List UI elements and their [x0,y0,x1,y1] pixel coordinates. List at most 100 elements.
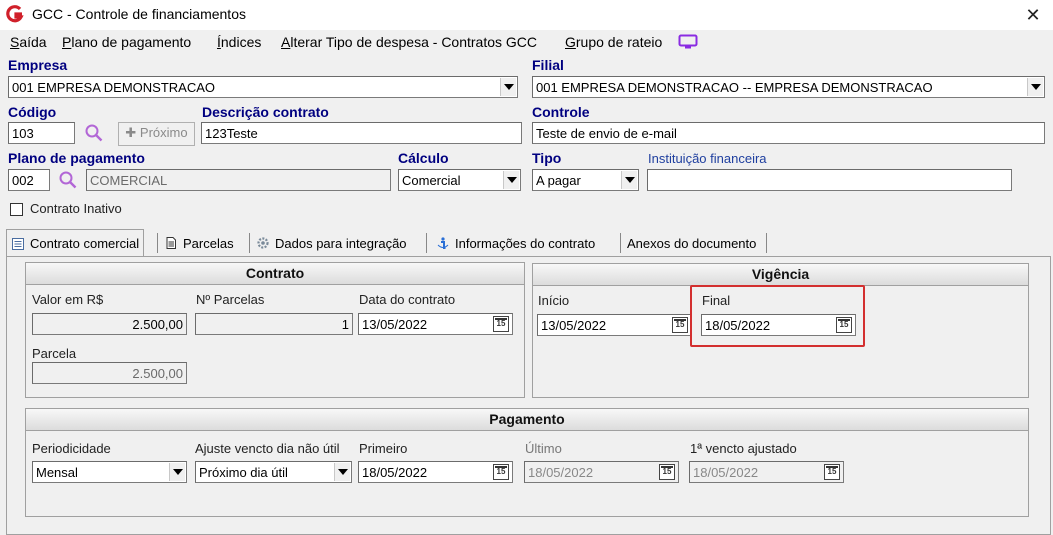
vencto-ajustado-label: 1ª vencto ajustado [690,441,797,456]
proximo-button[interactable]: ✚ Próximo [118,122,195,146]
tab-label: Informações do contrato [455,235,596,251]
tab-informacoes-contrato[interactable]: Informações do contrato [432,230,599,256]
chevron-down-icon[interactable] [503,171,519,189]
tipo-select[interactable]: A pagar [532,169,639,191]
controle-input[interactable]: Teste de envio de e-mail [532,122,1045,144]
codigo-label: Código [8,104,57,120]
ajuste-select[interactable]: Próximo dia útil [195,461,352,483]
primeiro-label: Primeiro [359,441,408,456]
vencto-ajustado-value: 18/05/2022 [693,465,759,480]
filial-value: 001 EMPRESA DEMONSTRACAO -- EMPRESA DEMO… [536,80,933,95]
ultimo-input: 18/05/2022 15 [524,461,679,483]
descricao-label: Descrição contrato [202,104,329,120]
calendar-icon: 15 [659,464,675,480]
filial-select[interactable]: 001 EMPRESA DEMONSTRACAO -- EMPRESA DEMO… [532,76,1045,98]
window-title: GCC - Controle de financiamentos [32,6,246,22]
plano-code-input[interactable]: 002 [8,169,50,191]
calendar-icon[interactable]: 15 [836,317,852,333]
data-contrato-value: 13/05/2022 [362,317,428,332]
calendar-icon: 15 [824,464,840,480]
tab-label: Contrato comercial [30,236,140,251]
vencto-ajustado-input: 18/05/2022 15 [689,461,844,483]
chevron-down-icon[interactable] [500,78,516,96]
periodicidade-value: Mensal [36,465,78,480]
screen-icon[interactable] [678,34,698,50]
info-icon [437,237,449,249]
ajuste-label: Ajuste vencto dia não útil [195,441,340,456]
final-value: 18/05/2022 [705,318,771,333]
final-label: Final [702,293,731,308]
codigo-input[interactable]: 103 [8,122,75,144]
tab-parcelas[interactable]: Parcelas [160,230,238,256]
chevron-down-icon[interactable] [621,171,637,189]
menu-alterar-tipo-despesa[interactable]: Alterar Tipo de despesa - Contratos GCC [281,34,537,50]
tab-dados-integracao[interactable]: Dados para integração [252,230,411,256]
search-icon[interactable] [58,170,78,190]
tab-label: Parcelas [183,235,234,251]
calculo-label: Cálculo [398,150,449,166]
tab-label: Anexos do documento [627,235,757,251]
inicio-input[interactable]: 13/05/2022 15 [537,314,692,336]
primeiro-input[interactable]: 18/05/2022 15 [358,461,513,483]
gear-icon [257,237,269,249]
data-contrato-label: Data do contrato [359,292,456,307]
parcelas-field: 1 [195,313,353,335]
data-contrato-input[interactable]: 13/05/2022 15 [358,313,513,335]
instituicao-label: Instituição financeira [648,151,767,166]
ultimo-value: 18/05/2022 [528,465,594,480]
vigencia-title: Vigência [533,264,1028,286]
document-icon [166,237,176,249]
ajuste-value: Próximo dia útil [199,465,288,480]
plus-icon: ✚ [125,125,140,140]
menu-plano-pagamento[interactable]: Plano de pagamento [62,34,191,50]
empresa-label: Empresa [8,57,68,73]
calendar-icon[interactable]: 15 [493,464,509,480]
tab-anexos-documento[interactable]: Anexos do documento [623,230,760,256]
tab-divider [620,233,621,253]
tab-contrato-comercial[interactable]: Contrato comercial [6,229,145,257]
chevron-down-icon[interactable] [334,463,350,481]
final-input[interactable]: 18/05/2022 15 [701,314,856,336]
tab-label: Dados para integração [275,235,407,251]
contrato-title: Contrato [26,263,524,285]
plano-label: Plano de pagamento [8,150,145,166]
calendar-icon[interactable]: 15 [493,316,509,332]
filial-label: Filial [532,57,564,73]
inicio-value: 13/05/2022 [541,318,607,333]
tab-divider [157,233,158,253]
valor-label: Valor em R$ [32,292,104,307]
calculo-value: Comercial [402,173,461,188]
menu-grupo-rateio[interactable]: Grupo de rateio [565,34,662,50]
descricao-input[interactable]: 123Teste [201,122,522,144]
plano-name-field: COMERCIAL [86,169,391,191]
valor-field: 2.500,00 [32,313,187,335]
calendar-icon[interactable]: 15 [672,317,688,333]
search-icon[interactable] [84,123,104,143]
tipo-label: Tipo [532,150,562,166]
tab-divider [249,233,250,253]
primeiro-value: 18/05/2022 [362,465,428,480]
ultimo-label: Último [525,441,562,456]
empresa-value: 001 EMPRESA DEMONSTRACAO [12,80,215,95]
close-icon[interactable]: ✕ [1020,2,1046,28]
tab-divider [766,233,767,253]
controle-label: Controle [532,104,590,120]
inativo-label: Contrato Inativo [30,201,122,216]
parcela-label: Parcela [32,346,77,361]
inativo-checkbox[interactable] [10,203,23,216]
instituicao-input[interactable] [647,169,1012,191]
chevron-down-icon[interactable] [169,463,185,481]
empresa-select[interactable]: 001 EMPRESA DEMONSTRACAO [8,76,518,98]
periodicidade-select[interactable]: Mensal [32,461,187,483]
calculo-select[interactable]: Comercial [398,169,521,191]
parcela-field: 2.500,00 [32,362,187,384]
app-logo-icon [6,5,24,23]
parcelas-label: Nº Parcelas [196,292,265,307]
periodicidade-label: Periodicidade [32,441,111,456]
pagamento-title: Pagamento [26,409,1028,431]
tipo-value: A pagar [536,173,581,188]
chevron-down-icon[interactable] [1027,78,1043,96]
menu-indices[interactable]: Índices [217,34,261,50]
menu-saida[interactable]: Saída [10,34,47,50]
tab-divider [426,233,427,253]
